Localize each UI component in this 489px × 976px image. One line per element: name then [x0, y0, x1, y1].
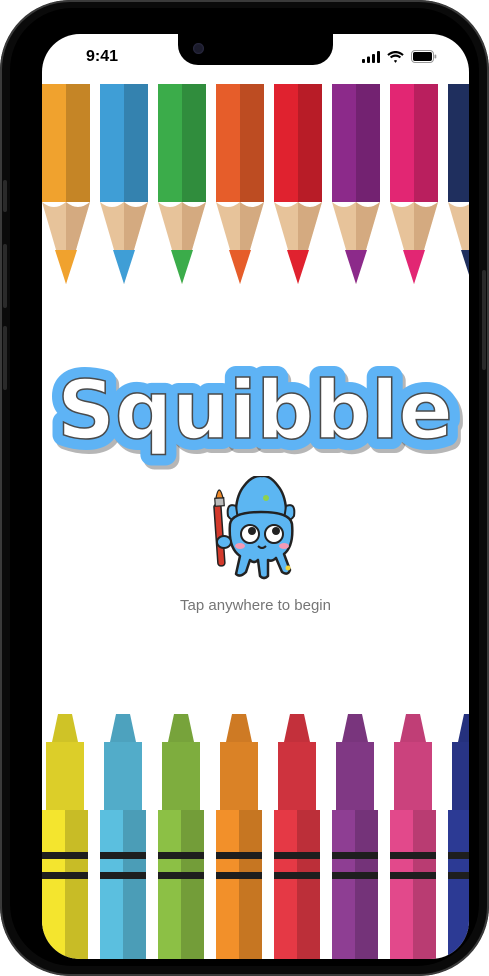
pencil-3 — [158, 84, 206, 284]
pencil-2 — [100, 84, 148, 284]
notch — [178, 34, 333, 65]
crayon-2 — [100, 714, 146, 959]
pencil-8 — [448, 84, 469, 275]
crayon-4 — [216, 714, 262, 959]
paintbrush-icon — [213, 489, 226, 567]
volume-up-button — [3, 244, 7, 308]
pencil-6 — [332, 84, 380, 284]
app-screen[interactable]: 9:41 Squibble Squibble Squibble Tap anyw… — [42, 34, 469, 959]
front-camera — [193, 43, 204, 54]
pencil-1 — [42, 84, 90, 284]
screen-bezel: 9:41 Squibble Squibble Squibble Tap anyw… — [10, 8, 479, 966]
start-screen[interactable]: Squibble Squibble Squibble Tap anywhere … — [42, 34, 469, 959]
battery-icon — [411, 50, 437, 68]
crayons-border — [42, 714, 469, 959]
crayon-1 — [42, 714, 88, 959]
signal-icon — [362, 50, 380, 68]
status-time: 9:41 — [86, 48, 119, 65]
status-icons — [362, 50, 437, 68]
pencils-border — [42, 84, 469, 284]
crayon-6 — [332, 714, 378, 959]
app-title: Squibble — [57, 364, 452, 457]
tap-to-begin-prompt[interactable]: Tap anywhere to begin — [42, 597, 469, 614]
pencil-4 — [216, 84, 264, 284]
app-logo: Squibble Squibble Squibble — [46, 353, 466, 472]
squid-mascot-icon — [213, 476, 296, 580]
crayon-5 — [274, 714, 320, 959]
crayon-8 — [448, 714, 469, 959]
pencil-7 — [390, 84, 438, 284]
volume-down-button — [3, 326, 7, 390]
crayon-7 — [390, 714, 436, 959]
crayon-3 — [158, 714, 204, 959]
pencil-5 — [274, 84, 322, 284]
power-button — [482, 270, 486, 370]
wifi-icon — [387, 50, 404, 68]
phone-frame: 9:41 Squibble Squibble Squibble Tap anyw… — [0, 0, 489, 976]
mute-switch — [3, 180, 7, 212]
